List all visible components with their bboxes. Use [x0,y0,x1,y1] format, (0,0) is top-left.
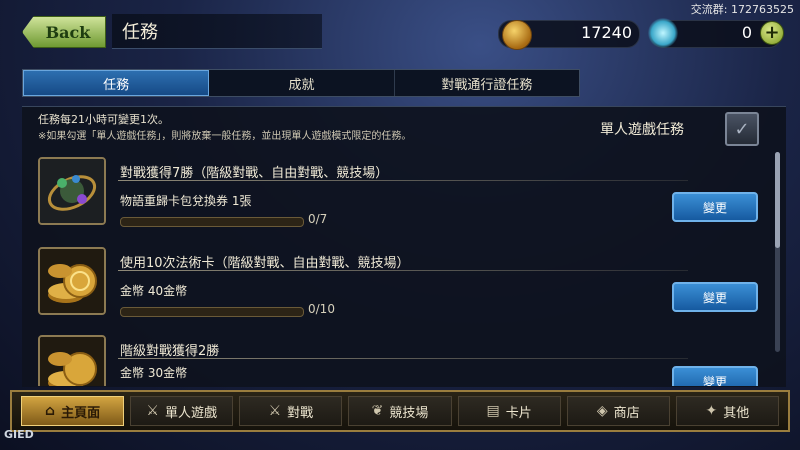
crystal-icon [648,18,678,48]
nav-label: 商店 [613,405,640,421]
divider [118,180,688,181]
mission-name: 階級對戰獲得2勝 [120,344,220,359]
mission-name: 對戰獲得7勝（階級對戰、自由對戰、競技場） [120,166,389,181]
cards-icon: ▤ [486,403,500,419]
card-pack-icon [38,157,106,225]
mission-row: 對戰獲得7勝（階級對戰、自由對戰、競技場） 物語重歸卡包兌換券 1張 0/7 變… [32,152,774,236]
change-mission-button[interactable]: 變更 [672,282,758,312]
mission-reward: 物語重歸卡包兌換券 1張 [120,194,252,208]
nav-label: 卡片 [505,405,532,421]
nav-battle[interactable]: ⚔ 對戰 [239,396,343,426]
swords-icon: ⚔ [146,403,159,419]
other-icon: ✦ [705,403,718,419]
corner-logo: GIED [4,428,34,441]
mission-reward: 金幣 40金幣 [120,284,188,298]
nav-cards[interactable]: ▤ 卡片 [457,396,561,426]
change-mission-button[interactable]: 變更 [672,192,758,222]
progress-bar [120,217,304,227]
home-icon: ⌂ [45,403,56,419]
watermark-text: 交流群: 172763525 [690,3,794,16]
nav-label: 競技場 [389,405,429,421]
mission-reward: 金幣 30金幣 [120,366,188,380]
mission-info-text: 任務每21小時可變更1次。 [38,113,169,126]
tab-bar: 任務 成就 對戰通行證任務 [22,69,580,97]
shop-icon: ◈ [596,403,608,419]
gold-coins-icon [38,247,106,315]
back-button[interactable]: Back [22,16,106,48]
mission-list: 對戰獲得7勝（階級對戰、自由對戰、競技場） 物語重歸卡包兌換券 1張 0/7 變… [32,152,774,386]
mission-note-text: ※如果勾選「單人遊戲任務」，則將放棄一般任務，並出現單人遊戲模式限定的任務。 [38,131,412,142]
tab-achievements[interactable]: 成就 [209,70,395,96]
nav-other[interactable]: ✦ 其他 [675,396,779,426]
page-title: 任務 [122,22,158,43]
laurel-icon: ❦ [371,403,384,419]
nav-arena[interactable]: ❦ 競技場 [348,396,452,426]
divider [118,270,688,271]
nav-home[interactable]: ⌂ 主頁面 [21,396,125,426]
crossed-swords-icon: ⚔ [268,403,282,419]
mission-name: 使用10次法術卡（階級對戰、自由對戰、競技場） [120,256,410,271]
single-player-missions-label: 單人遊戲任務 [600,122,684,138]
nav-label: 主頁面 [61,405,101,421]
nav-label: 單人遊戲 [164,405,217,421]
mission-row: 使用10次法術卡（階級對戰、自由對戰、競技場） 金幣 40金幣 0/10 變更 [32,242,774,326]
page-title-bar: 任務 [112,14,322,49]
gold-coins-icon [38,335,106,386]
coin-value: 17240 [581,23,632,42]
back-label: Back [45,22,91,42]
bottom-nav: ⌂ 主頁面 ⚔ 單人遊戲 ⚔ 對戰 ❦ 競技場 ▤ 卡片 ◈ 商店 ✦ 其他 [10,390,790,432]
nav-shop[interactable]: ◈ 商店 [566,396,670,426]
mission-row: 階級對戰獲得2勝 金幣 30金幣 變更 [32,330,774,386]
scrollbar-thumb[interactable] [775,152,780,248]
progress-bar [120,307,304,317]
progress-text: 0/7 [308,212,328,226]
divider [118,358,688,359]
nav-label: 對戰 [287,405,314,421]
gold-coin-icon [502,20,532,50]
check-icon: ✓ [734,118,750,140]
single-player-missions-checkbox[interactable]: ✓ [725,112,759,146]
tab-battle-pass-missions[interactable]: 對戰通行證任務 [395,70,579,96]
tab-missions[interactable]: 任務 [23,70,210,96]
add-crystal-button[interactable]: + [760,21,784,45]
change-mission-button[interactable]: 變更 [672,366,758,386]
nav-single-player[interactable]: ⚔ 單人遊戲 [130,396,234,426]
nav-label: 其他 [723,405,750,421]
progress-text: 0/10 [308,302,335,316]
crystal-value: 0 [741,23,752,42]
